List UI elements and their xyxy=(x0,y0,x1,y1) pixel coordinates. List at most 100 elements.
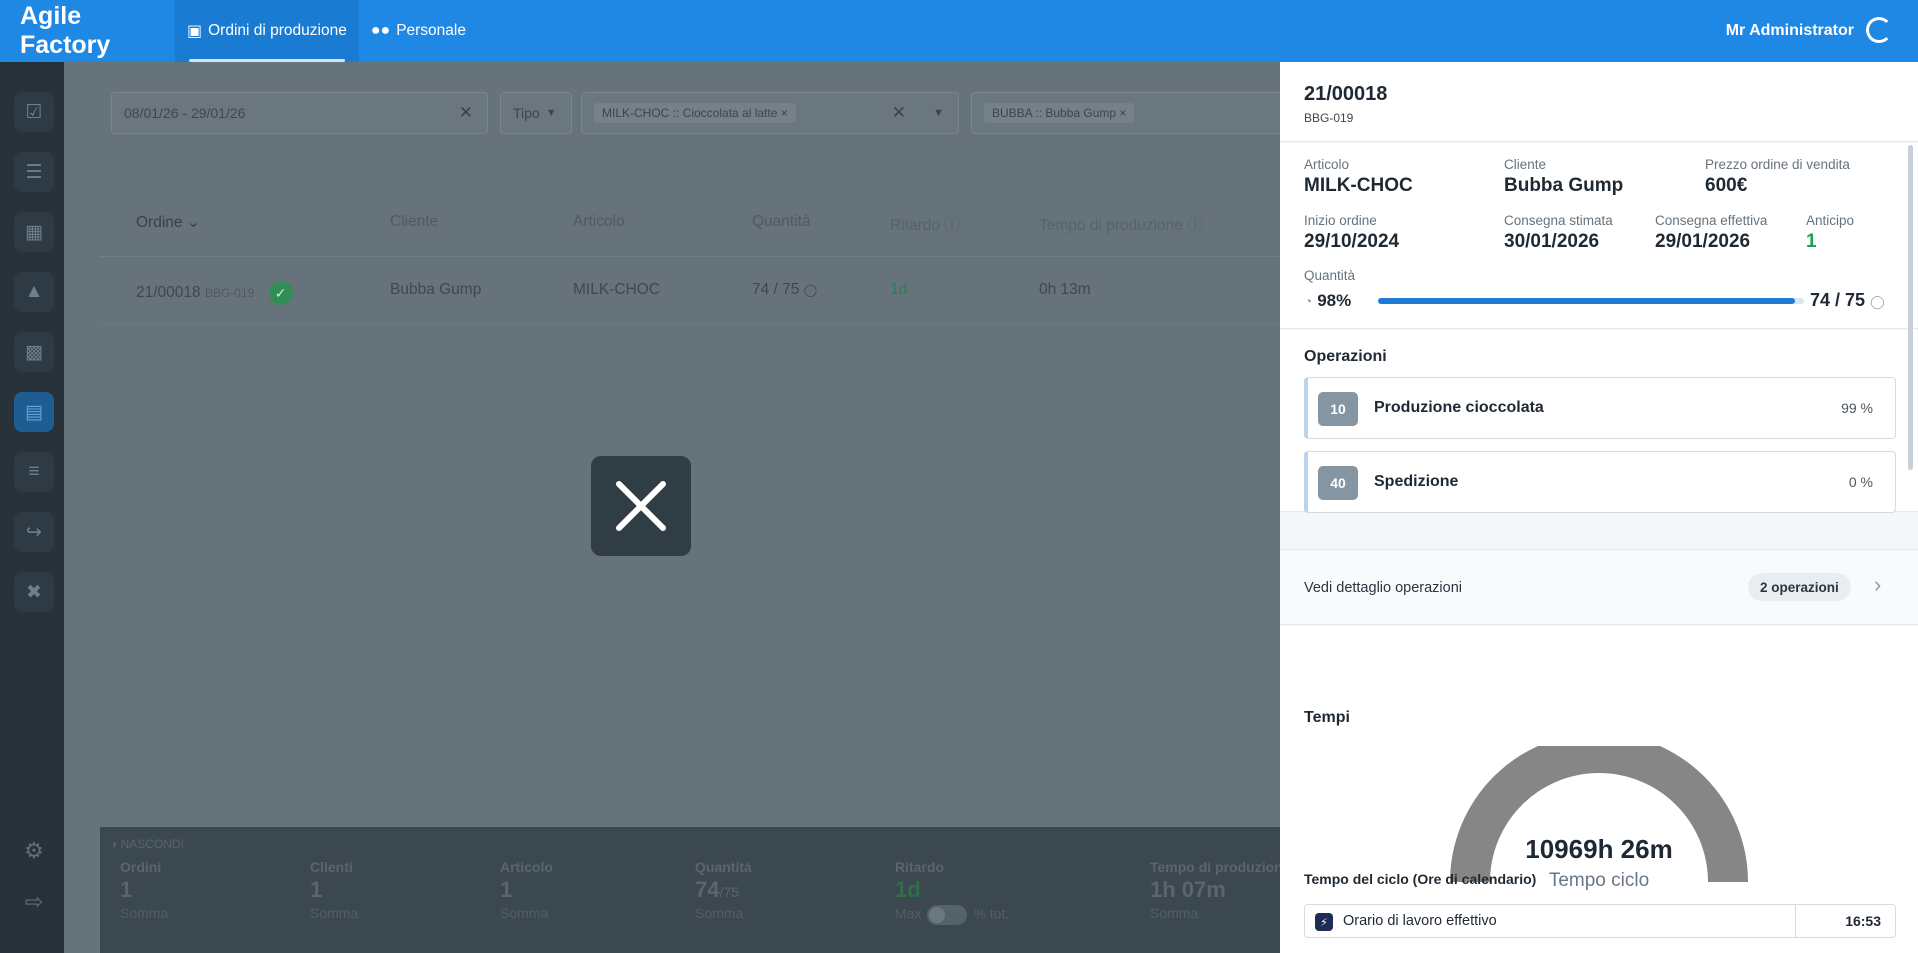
operation-card[interactable]: 40 Spedizione 0 % xyxy=(1304,451,1896,513)
clear-icon[interactable]: ✕ xyxy=(892,103,906,123)
close-panel-button[interactable] xyxy=(591,456,691,556)
gauge-value: 10969h 26m xyxy=(1525,834,1673,864)
header-articolo[interactable]: Articolo xyxy=(573,213,625,231)
summary-articolo: Articolo 1 Somma xyxy=(500,859,553,921)
cell-articolo: MILK-CHOC xyxy=(573,281,660,298)
operations-section: Operazioni 10 Produzione cioccolata 99 %… xyxy=(1280,330,1918,513)
info-icon: ⓘ xyxy=(1187,217,1203,234)
operations-title: Operazioni xyxy=(1304,348,1387,365)
operation-percent: 0 % xyxy=(1848,474,1873,490)
panel-scrollbar[interactable] xyxy=(1908,145,1913,470)
chip-text: MILK-CHOC :: Cioccolata al latte xyxy=(602,106,778,120)
tipo-filter[interactable]: Tipo ▼ xyxy=(500,92,572,134)
area-chart-icon[interactable]: ▲ xyxy=(14,272,54,312)
info-anticipo: Anticipo 1 xyxy=(1806,213,1855,252)
cliente-chip[interactable]: BUBBA :: Bubba Gump × xyxy=(984,103,1135,123)
flow-icon[interactable]: ↪ xyxy=(14,512,54,552)
hide-toggle[interactable]: ◑ NASCONDI xyxy=(110,837,184,851)
info-consegna-effettiva: Consegna effettiva 29/01/2026 xyxy=(1655,213,1768,252)
articolo-filter[interactable]: MILK-CHOC :: Cioccolata al latte × ✕ ▼ xyxy=(581,92,959,134)
settings-icon[interactable]: ⚙ xyxy=(20,837,48,865)
check-icon: ✓ xyxy=(268,281,293,305)
quantity-progress: ◔ 98% 74 / 75 ◯ xyxy=(1304,289,1894,313)
date-range-filter[interactable]: 08/01/26 - 29/01/26 ✕ xyxy=(111,92,488,134)
list-icon[interactable]: ≡ xyxy=(14,452,54,492)
tipo-label: Tipo xyxy=(513,105,540,121)
summary-tempo: Tempo di produzione 1h 07m Somma xyxy=(1150,859,1280,921)
logout-icon[interactable]: ⇨ xyxy=(20,888,48,916)
tab-personale[interactable]: ●● Personale xyxy=(359,0,478,62)
chevron-down-icon: ▼ xyxy=(545,107,557,119)
order-info: Articolo MILK-CHOC Cliente Bubba Gump Prez… xyxy=(1280,143,1918,329)
info-quantita-label: Quantità xyxy=(1304,268,1356,283)
operation-card[interactable]: 10 Produzione cioccolata 99 % xyxy=(1304,377,1896,439)
progress-bar xyxy=(1378,298,1804,304)
summary-ritardo: Ritardo 1d Max% tot. xyxy=(895,859,1009,925)
cycle-row-label: Orario di lavoro effettivo xyxy=(1343,913,1497,929)
percent-toggle[interactable] xyxy=(927,905,968,925)
operation-name: Spedizione xyxy=(1374,473,1459,490)
summary-clienti: Clienti 1 Somma xyxy=(310,859,359,921)
tasks-icon[interactable]: ☑ xyxy=(14,92,54,132)
bar-chart-icon[interactable]: ▩ xyxy=(14,332,54,372)
tools-icon[interactable]: ✖ xyxy=(14,572,54,612)
info-articolo: Articolo MILK-CHOC xyxy=(1304,157,1413,196)
sliders-icon[interactable]: ☰ xyxy=(14,152,54,192)
table-row[interactable]: 21/00018 BBG-019 ✓ Bubba Gump MILK-CHOC … xyxy=(100,258,1280,324)
articolo-chip[interactable]: MILK-CHOC :: Cioccolata al latte × xyxy=(594,103,796,123)
info-cliente: Cliente Bubba Gump xyxy=(1504,157,1624,196)
sidebar: ☑ ☰ ▦ ▲ ▩ ▤ ≡ ↪ ✖ ⚙ ⇨ xyxy=(0,62,64,953)
tab-ordini-di-produzione[interactable]: ▣ Ordini di produzione xyxy=(175,0,359,62)
detail-label: Vedi dettaglio operazioni xyxy=(1304,580,1463,596)
operation-percent: 99 % xyxy=(1841,400,1873,416)
header-ordine[interactable]: Ordine ⌄ xyxy=(136,213,200,232)
users-icon: ●● xyxy=(370,22,391,39)
table-header: Ordine ⌄ Cliente Articolo Quantità Ritar… xyxy=(100,187,1280,257)
top-bar: Agile Factory ▣ Ordini di produzione ●● … xyxy=(0,0,1918,62)
analytics-icon[interactable]: ▤ xyxy=(14,392,54,432)
cell-cliente: Bubba Gump xyxy=(390,281,482,298)
quantity-percent: ◔ 98% xyxy=(1304,291,1352,310)
chip-text: BUBBA :: Bubba Gump xyxy=(992,106,1117,120)
cell-ordine: 21/00018 BBG-019 ✓ xyxy=(136,281,293,305)
cycle-row-value: 16:53 xyxy=(1795,905,1895,937)
info-prezzo: Prezzo ordine di vendita 600€ xyxy=(1705,157,1850,196)
order-code: BBG-019 xyxy=(1304,111,1354,125)
info-inizio: Inizio ordine 29/10/2024 xyxy=(1304,213,1400,252)
close-icon xyxy=(616,481,666,531)
quantity-value: 74 / 75 ◯ xyxy=(1810,290,1885,310)
user-menu-icon[interactable] xyxy=(1866,17,1892,43)
operation-number: 40 xyxy=(1318,466,1358,500)
cycle-time-row: ⚡ Orario di lavoro effettivo 16:53 xyxy=(1304,904,1896,938)
operations-detail-link[interactable]: Vedi dettaglio operazioni 2 operazioni › xyxy=(1280,549,1918,625)
header-cliente[interactable]: Cliente xyxy=(390,213,438,231)
order-id: 21/00018 xyxy=(1304,83,1388,105)
lock-icon: ◯ xyxy=(803,283,818,297)
brand-logo[interactable]: Agile Factory xyxy=(20,2,175,60)
summary-quantita: Quantità 74/75 Somma xyxy=(695,859,752,921)
order-detail-panel: 21/00018 BBG-019 Articolo MILK-CHOC Clien… xyxy=(1280,62,1918,953)
cell-tempo: 0h 13m xyxy=(1039,281,1091,298)
cliente-filter[interactable]: BUBBA :: Bubba Gump × xyxy=(971,92,1280,134)
panel-header: 21/00018 BBG-019 xyxy=(1280,62,1918,142)
chevron-down-icon[interactable]: ▼ xyxy=(933,107,944,119)
cell-quantita: 74 / 75 ◯ xyxy=(752,281,818,298)
summary-ordini: Ordini 1 Somma xyxy=(120,859,169,921)
clear-icon[interactable]: ✕ xyxy=(459,103,473,123)
info-icon: ⓘ xyxy=(944,217,960,234)
lightning-icon: ⚡ xyxy=(1315,913,1333,931)
box-icon: ▣ xyxy=(187,23,203,40)
cell-ritardo: 1d xyxy=(890,281,908,298)
tab-label: Ordini di produzione xyxy=(208,22,347,39)
user-name[interactable]: Mr Administrator xyxy=(1726,22,1854,40)
operation-number: 10 xyxy=(1318,392,1358,426)
header-tempo[interactable]: Tempo di produzione ⓘ xyxy=(1039,213,1203,235)
header-quantita[interactable]: Quantità xyxy=(752,213,811,231)
times-title: Tempi xyxy=(1304,709,1350,726)
tab-label: Personale xyxy=(396,22,466,39)
info-consegna-stimata: Consegna stimata 30/01/2026 xyxy=(1504,213,1613,252)
save-icon[interactable]: ▦ xyxy=(14,212,54,252)
operations-count-badge: 2 operazioni xyxy=(1748,573,1851,601)
header-ritardo[interactable]: Ritardo ⓘ xyxy=(890,213,960,235)
chevron-right-icon: › xyxy=(1874,572,1882,597)
